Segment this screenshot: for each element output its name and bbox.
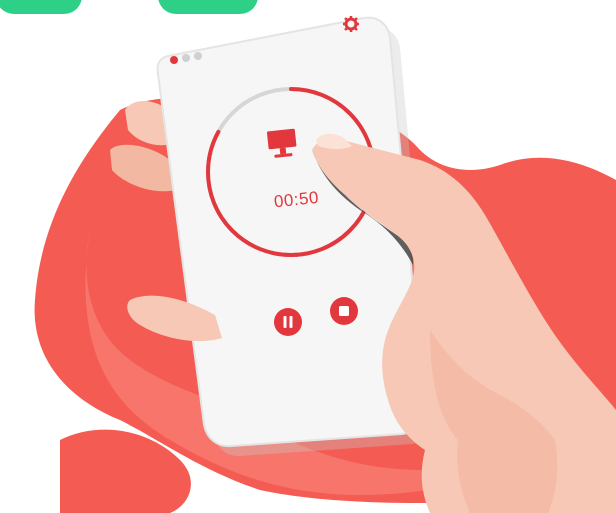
status-dot-3 <box>194 52 202 60</box>
illustration: 00:50 <box>0 0 616 513</box>
pause-button[interactable] <box>274 308 302 336</box>
status-dot-2 <box>182 54 190 62</box>
phone-illustration-svg: 00:50 <box>34 16 616 513</box>
stop-icon <box>339 306 349 316</box>
stop-button[interactable] <box>330 297 358 325</box>
status-dot-1 <box>170 56 178 64</box>
